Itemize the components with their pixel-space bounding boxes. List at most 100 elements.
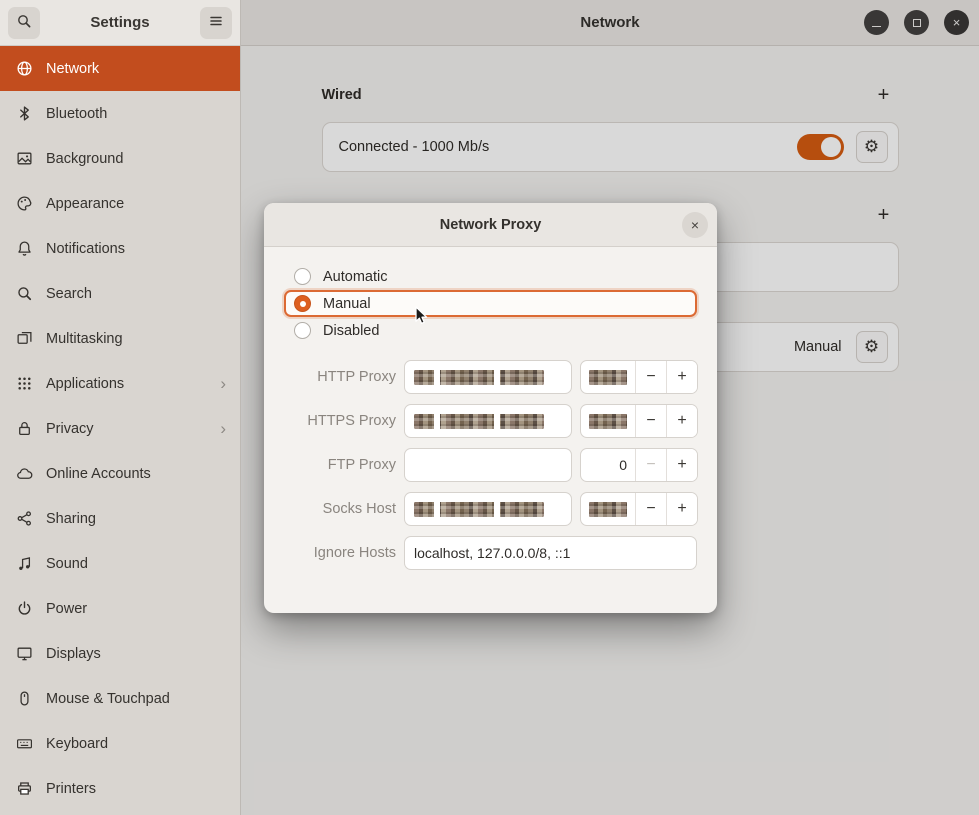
- ftp-proxy-host-input[interactable]: [404, 448, 572, 482]
- applications-icon: [16, 375, 33, 392]
- sidebar-item-multitasking[interactable]: Multitasking: [0, 316, 240, 361]
- sidebar-header: Settings: [0, 0, 240, 46]
- search-button[interactable]: [8, 7, 40, 39]
- ftp-proxy-port-value[interactable]: 0: [581, 449, 635, 481]
- sidebar-item-notifications[interactable]: Notifications: [0, 226, 240, 271]
- sidebar-item-label: Sharing: [46, 511, 96, 527]
- sidebar-item-online-accounts[interactable]: Online Accounts: [0, 451, 240, 496]
- sidebar-item-search[interactable]: Search: [0, 271, 240, 316]
- printers-icon: [16, 780, 33, 797]
- sidebar-item-label: Applications: [46, 376, 124, 392]
- socks-port-value[interactable]: [581, 493, 635, 525]
- https-proxy-host-input[interactable]: [404, 404, 572, 438]
- sound-icon: [16, 555, 33, 572]
- decrement-button[interactable]: −: [635, 405, 666, 437]
- hamburger-menu-icon: [208, 13, 224, 32]
- radio-button-icon[interactable]: [294, 268, 311, 285]
- sidebar: Settings Network Bluetooth Background Appea…: [0, 0, 241, 815]
- sidebar-item-label: Mouse & Touchpad: [46, 691, 170, 707]
- http-proxy-host-input[interactable]: [404, 360, 572, 394]
- proxy-mode-option-automatic[interactable]: Automatic: [284, 263, 697, 290]
- sidebar-item-label: Sound: [46, 556, 88, 572]
- proxy-mode-option-manual[interactable]: Manual: [284, 290, 697, 317]
- online-accounts-icon: [16, 465, 33, 482]
- sidebar-item-privacy[interactable]: Privacy ›: [0, 406, 240, 451]
- sidebar-item-applications[interactable]: Applications ›: [0, 361, 240, 406]
- chevron-right-icon: ›: [220, 375, 226, 392]
- redacted-host-text: [414, 414, 544, 429]
- sidebar-list: Network Bluetooth Background AppearanceNoti…: [0, 46, 240, 815]
- ftp-proxy-label: FTP Proxy: [284, 457, 396, 473]
- https-proxy-port-value[interactable]: [581, 405, 635, 437]
- increment-button[interactable]: +: [666, 361, 697, 393]
- primary-menu-button[interactable]: [200, 7, 232, 39]
- sidebar-item-label: Background: [46, 151, 123, 167]
- sidebar-item-label: Online Accounts: [46, 466, 151, 482]
- ftp-proxy-host-field[interactable]: [414, 457, 562, 473]
- ignore-hosts-field[interactable]: [414, 545, 687, 561]
- close-icon: ×: [691, 217, 699, 233]
- socks-host-input[interactable]: [404, 492, 572, 526]
- ftp-proxy-port-spinner: 0 − +: [580, 448, 698, 482]
- sidebar-item-background[interactable]: Background: [0, 136, 240, 181]
- https-proxy-port-spinner: − +: [580, 404, 698, 438]
- sidebar-item-bluetooth[interactable]: Bluetooth: [0, 91, 240, 136]
- mouse-icon: [16, 690, 33, 707]
- appearance-icon: [16, 195, 33, 212]
- ignore-hosts-row: Ignore Hosts: [284, 536, 697, 570]
- increment-button[interactable]: +: [666, 405, 697, 437]
- chevron-right-icon: ›: [220, 420, 226, 437]
- dialog-close-button[interactable]: ×: [682, 212, 708, 238]
- sidebar-item-label: Printers: [46, 781, 96, 797]
- sidebar-item-displays[interactable]: Displays: [0, 631, 240, 676]
- redacted-host-text: [414, 502, 544, 517]
- sidebar-item-sharing[interactable]: Sharing: [0, 496, 240, 541]
- ftp-proxy-row: FTP Proxy 0 − +: [284, 448, 697, 482]
- sidebar-item-sound[interactable]: Sound: [0, 541, 240, 586]
- ignore-hosts-input[interactable]: [404, 536, 697, 570]
- sidebar-item-keyboard[interactable]: Keyboard: [0, 721, 240, 766]
- radio-button-icon[interactable]: [294, 295, 311, 312]
- sidebar-item-appearance[interactable]: Appearance: [0, 181, 240, 226]
- sidebar-item-label: Privacy: [46, 421, 94, 437]
- multitasking-icon: [16, 330, 33, 347]
- sidebar-item-printers[interactable]: Printers: [0, 766, 240, 811]
- increment-button[interactable]: +: [666, 493, 697, 525]
- notifications-icon: [16, 240, 33, 257]
- dialog-body: AutomaticManual Disabled HTTP Proxy − +: [264, 247, 717, 590]
- main-area: Network × Wired + Connected - 1000 Mb/s …: [241, 0, 979, 815]
- sidebar-item-label: Multitasking: [46, 331, 123, 347]
- background-icon: [16, 150, 33, 167]
- dialog-title: Network Proxy: [440, 217, 542, 233]
- decrement-button[interactable]: −: [635, 361, 666, 393]
- sidebar-item-label: Search: [46, 286, 92, 302]
- settings-window: Settings Network Bluetooth Background Appea…: [0, 0, 979, 815]
- decrement-button[interactable]: −: [635, 449, 666, 481]
- decrement-button[interactable]: −: [635, 493, 666, 525]
- http-proxy-row: HTTP Proxy − +: [284, 360, 697, 394]
- http-proxy-label: HTTP Proxy: [284, 369, 396, 385]
- radio-option-label: Disabled: [323, 323, 379, 339]
- https-proxy-row: HTTPS Proxy − +: [284, 404, 697, 438]
- search-icon: [16, 285, 33, 302]
- proxy-mode-option-disabled[interactable]: Disabled: [284, 317, 697, 344]
- increment-button[interactable]: +: [666, 449, 697, 481]
- proxy-mode-radio-group: AutomaticManual Disabled: [284, 263, 697, 344]
- sidebar-item-mouse-touchpad[interactable]: Mouse & Touchpad: [0, 676, 240, 721]
- redacted-port-text: [589, 414, 627, 429]
- sidebar-item-label: Bluetooth: [46, 106, 107, 122]
- redacted-port-text: [589, 370, 627, 385]
- sidebar-item-label: Displays: [46, 646, 101, 662]
- sidebar-title: Settings: [46, 14, 194, 31]
- sidebar-item-power[interactable]: Power: [0, 586, 240, 631]
- redacted-port-text: [589, 502, 627, 517]
- socks-port-spinner: − +: [580, 492, 698, 526]
- http-proxy-port-value[interactable]: [581, 361, 635, 393]
- keyboard-icon: [16, 735, 33, 752]
- radio-button-icon[interactable]: [294, 322, 311, 339]
- dialog-header: Network Proxy ×: [264, 203, 717, 247]
- network-proxy-dialog: Network Proxy × AutomaticManual Disabled …: [264, 203, 717, 613]
- sidebar-item-network[interactable]: Network: [0, 46, 240, 91]
- displays-icon: [16, 645, 33, 662]
- sharing-icon: [16, 510, 33, 527]
